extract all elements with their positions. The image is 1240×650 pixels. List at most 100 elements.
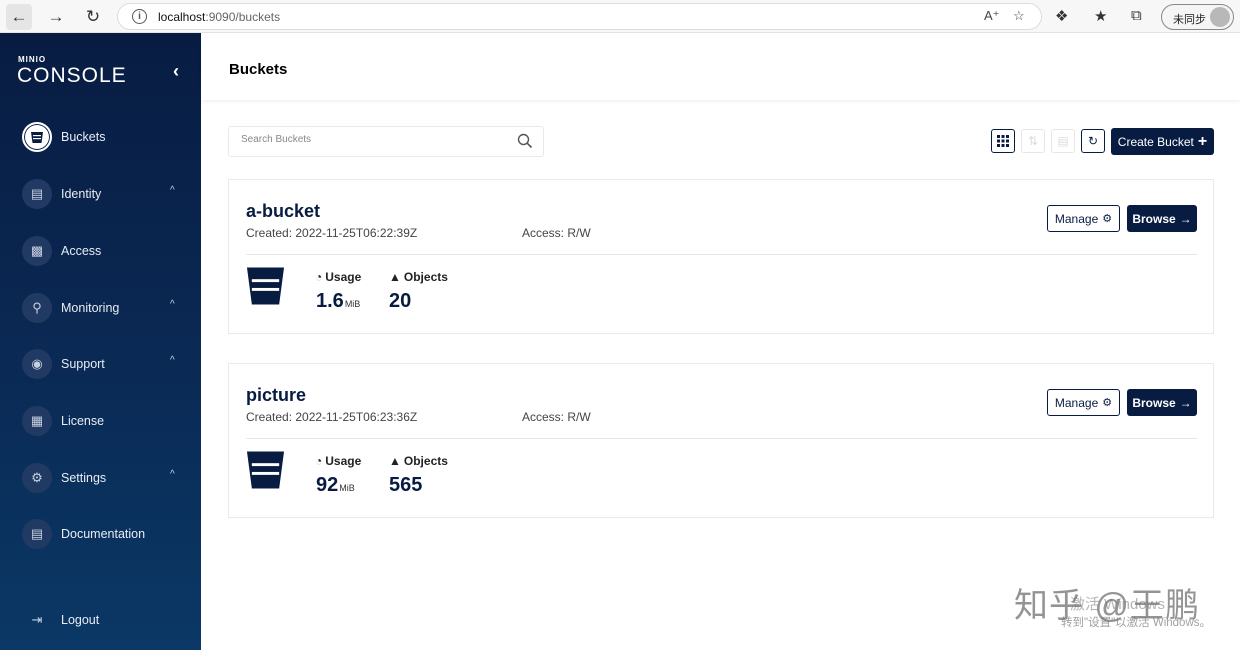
gear-icon: ⚙: [1102, 397, 1113, 409]
chevron-up-icon: ^: [170, 185, 175, 196]
browser-toolbar: ← → ↻ i localhost:9090/buckets A⁺ ☆ ❖ ★ …: [0, 0, 1240, 33]
activation-notice-text: 转到"设置"以激活 Windows。: [1061, 617, 1212, 629]
url-text: localhost:9090/buckets: [158, 10, 281, 24]
browse-label: Browse: [1132, 211, 1176, 226]
sidebar-item-label: Identity: [61, 187, 102, 201]
objects-value: 20: [389, 290, 412, 312]
search-box: [228, 126, 544, 157]
browse-button[interactable]: Browse →: [1127, 205, 1197, 232]
bucket-access: Access: R/W: [522, 226, 591, 240]
magnifier-icon: ⚲: [22, 293, 52, 323]
page-header: Buckets: [201, 33, 1240, 100]
favorites-icon[interactable]: ★: [1094, 7, 1107, 25]
sidebar-item-label: Documentation: [61, 527, 146, 541]
chevron-up-icon: ^: [170, 299, 175, 310]
reload-icon[interactable]: ↻: [80, 4, 106, 30]
search-input[interactable]: [241, 134, 501, 145]
sidebar-item-settings[interactable]: ⚙ Settings ^: [0, 457, 201, 501]
info-icon[interactable]: i: [132, 9, 147, 24]
logout-icon: ⇥: [31, 612, 43, 627]
bucket-card: picture Created: 2022-11-25T06:23:36Z Ac…: [228, 363, 1214, 518]
support-icon: ◉: [22, 349, 52, 379]
activation-notice-title: 激活 Windows: [1070, 596, 1166, 613]
refresh-icon: ↻: [1087, 134, 1099, 148]
plus-icon: +: [1197, 132, 1208, 150]
manage-button[interactable]: Manage ⚙: [1047, 389, 1120, 416]
bucket-icon: [246, 451, 285, 489]
pie-chart-icon: ◔: [315, 454, 323, 468]
collapse-sidebar-icon[interactable]: ‹: [173, 61, 179, 82]
chevron-up-icon: ^: [170, 469, 175, 480]
objects-label: ▲ Objects: [389, 454, 448, 468]
sidebar-item-access[interactable]: ▩ Access: [0, 230, 201, 274]
objects-label: ▲ Objects: [389, 270, 448, 284]
sidebar-item-label: Settings: [61, 471, 107, 485]
usage-label: ◔ Usage: [315, 270, 362, 284]
bucket-icon: [246, 267, 285, 305]
sidebar-item-logout[interactable]: ⇥ Logout: [0, 599, 201, 643]
chevron-up-icon: ^: [170, 355, 175, 366]
usage-value: 92MiB: [316, 474, 355, 496]
sidebar-item-label: Monitoring: [61, 301, 120, 315]
sidebar-item-identity[interactable]: ▤ Identity ^: [0, 173, 201, 217]
divider: [246, 254, 1197, 255]
lifecycle-button[interactable]: ▤: [1051, 129, 1075, 153]
sidebar: MINIO CONSOLE ‹ Buckets ▤ Identity ^ ▩ A…: [0, 33, 201, 650]
replication-button[interactable]: ⇅: [1021, 129, 1045, 153]
profile-sync-button[interactable]: 未同步: [1161, 4, 1234, 30]
browse-label: Browse: [1132, 395, 1176, 410]
usage-label: ◔ Usage: [315, 454, 362, 468]
create-bucket-button[interactable]: Create Bucket +: [1111, 128, 1214, 155]
refresh-button[interactable]: ↻: [1081, 129, 1105, 153]
divider: [246, 438, 1197, 439]
forward-arrow-icon[interactable]: →: [43, 4, 69, 30]
sidebar-item-monitoring[interactable]: ⚲ Monitoring ^: [0, 287, 201, 331]
bucket-created: Created: 2022-11-25T06:23:36Z: [246, 410, 418, 424]
address-bar[interactable]: i localhost:9090/buckets A⁺ ☆: [117, 3, 1042, 30]
pie-chart-icon: ◔: [315, 270, 323, 284]
sidebar-item-label: License: [61, 414, 105, 428]
usage-value: 1.6MiB: [316, 290, 361, 312]
create-bucket-label: Create Bucket: [1117, 134, 1194, 149]
grid-icon: [997, 135, 1009, 147]
bucket-card: a-bucket Created: 2022-11-25T06:22:39Z A…: [228, 179, 1214, 334]
logo-brand: MINIO: [18, 55, 47, 64]
sidebar-item-label: Support: [61, 357, 105, 371]
gear-icon: ⚙: [22, 463, 52, 493]
objects-icon: ▲: [389, 454, 401, 468]
sidebar-item-license[interactable]: ▦ License: [0, 400, 201, 444]
read-aloud-icon[interactable]: A⁺: [984, 8, 1000, 24]
objects-value: 565: [389, 474, 423, 496]
manage-label: Manage: [1054, 395, 1099, 410]
bucket-name[interactable]: a-bucket: [246, 201, 320, 222]
browse-button[interactable]: Browse →: [1127, 389, 1197, 416]
sidebar-item-label: Access: [61, 244, 102, 258]
objects-icon: ▲: [389, 270, 401, 284]
id-card-icon: ▤: [22, 179, 52, 209]
collections-icon[interactable]: ⧉: [1131, 7, 1142, 24]
bucket-created: Created: 2022-11-25T06:22:39Z: [246, 226, 418, 240]
sync-label: 未同步: [1173, 14, 1206, 26]
sidebar-item-label: Buckets: [61, 130, 106, 144]
back-arrow-icon[interactable]: ←: [6, 4, 32, 30]
search-icon[interactable]: [517, 133, 533, 149]
sidebar-item-label: Logout: [61, 613, 100, 627]
lifecycle-icon: ▤: [1057, 134, 1069, 148]
replication-icon: ⇅: [1027, 134, 1039, 148]
arrow-right-icon: →: [1179, 395, 1192, 410]
lock-icon: ▩: [22, 236, 52, 266]
bucket-name[interactable]: picture: [246, 385, 306, 406]
favorite-add-icon[interactable]: ☆: [1013, 8, 1025, 24]
page-title: Buckets: [229, 61, 288, 78]
grid-view-button[interactable]: [991, 129, 1015, 153]
manage-button[interactable]: Manage ⚙: [1047, 205, 1120, 232]
sidebar-item-buckets[interactable]: Buckets: [0, 116, 201, 160]
manage-label: Manage: [1054, 211, 1099, 226]
bucket-icon: [22, 122, 52, 152]
extensions-icon[interactable]: ❖: [1055, 7, 1068, 25]
gear-icon: ⚙: [1102, 213, 1113, 225]
sidebar-item-support[interactable]: ◉ Support ^: [0, 343, 201, 387]
sidebar-item-documentation[interactable]: ▤ Documentation: [0, 513, 201, 557]
document-icon: ▤: [22, 519, 52, 549]
license-icon: ▦: [22, 406, 52, 436]
